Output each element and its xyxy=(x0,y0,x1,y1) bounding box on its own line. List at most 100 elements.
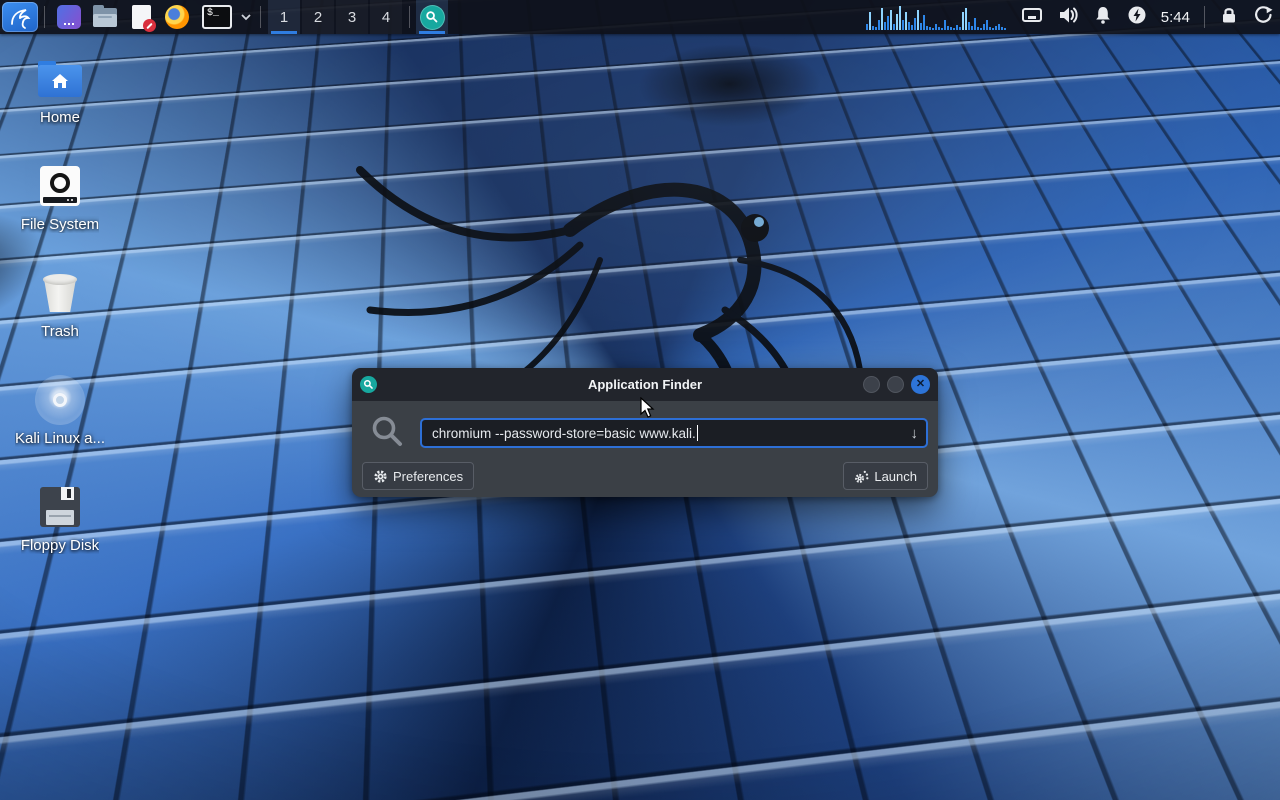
workspace-4-button[interactable]: 4 xyxy=(370,0,402,34)
cpu-graph-bar xyxy=(983,24,985,30)
cpu-graph-bar xyxy=(875,27,877,30)
cpu-graph-bar xyxy=(1001,27,1003,30)
cpu-graph-bar xyxy=(914,18,916,30)
lock-icon xyxy=(1219,5,1239,25)
application-finder-window: Application Finder ✕ chromium --password… xyxy=(352,368,938,497)
workspace-3-button[interactable]: 3 xyxy=(336,0,368,34)
launcher-terminal-emulator[interactable]: $_ xyxy=(200,4,234,30)
cpu-graph-bar xyxy=(890,10,892,30)
launcher-file-manager[interactable] xyxy=(92,4,118,30)
cpu-graph-bar xyxy=(968,22,970,30)
power-manager-indicator[interactable] xyxy=(1127,5,1147,30)
file-manager-icon xyxy=(93,8,117,27)
cpu-graph-bar xyxy=(986,20,988,30)
desktop-icon-home[interactable]: Home xyxy=(8,55,112,162)
cpu-graph-bar xyxy=(941,28,943,30)
cpu-graph-bar xyxy=(992,28,994,30)
cpu-graph-bar xyxy=(980,28,982,30)
applications-menu-button[interactable] xyxy=(2,2,38,32)
cpu-graph-bar xyxy=(935,24,937,30)
volume-indicator[interactable] xyxy=(1057,5,1079,30)
close-button[interactable]: ✕ xyxy=(911,375,930,394)
mouse-cursor xyxy=(637,397,657,419)
cpu-graph-bar xyxy=(971,26,973,30)
cpu-graph-bar xyxy=(959,27,961,30)
window-button-application-finder[interactable] xyxy=(416,0,448,34)
cpu-graph-bar xyxy=(950,27,952,30)
cpu-graph-bar xyxy=(956,25,958,30)
cpu-graph-bar xyxy=(869,12,871,30)
close-icon: ✕ xyxy=(916,379,925,390)
network-indicator[interactable] xyxy=(1021,5,1043,30)
cpu-graph[interactable] xyxy=(866,4,1007,30)
cpu-graph-bar xyxy=(1004,28,1006,30)
trash-bin-icon xyxy=(42,274,78,312)
workspace-1-button[interactable]: 1 xyxy=(268,0,300,34)
cpu-graph-bar xyxy=(905,12,907,30)
cpu-graph-bar xyxy=(896,14,898,30)
panel-separator xyxy=(1204,6,1205,28)
notifications-indicator[interactable] xyxy=(1093,5,1113,30)
cpu-graph-bar xyxy=(917,10,919,30)
launch-gear-icon xyxy=(854,469,869,484)
launcher-dropdown-button[interactable] xyxy=(240,8,252,26)
window-title: Application Finder xyxy=(352,377,938,392)
logout-button[interactable] xyxy=(1253,5,1274,30)
floppy-disk-icon xyxy=(40,487,80,527)
cpu-graph-bar xyxy=(938,27,940,30)
cpu-graph-bar xyxy=(911,25,913,30)
lock-screen-button[interactable] xyxy=(1219,5,1239,30)
terminal-app-icon xyxy=(57,5,81,29)
cpu-graph-bar xyxy=(872,26,874,30)
cpu-graph-bar xyxy=(989,27,991,30)
cpu-graph-bar xyxy=(893,24,895,30)
desktop-icon-kali-linux[interactable]: Kali Linux a... xyxy=(8,376,112,483)
cpu-graph-bar xyxy=(998,24,1000,30)
launcher-text-editor[interactable] xyxy=(128,4,154,30)
cpu-graph-bar xyxy=(878,20,880,30)
desktop-icon-label: Floppy Disk xyxy=(21,537,99,554)
desktop-icon-label: Trash xyxy=(41,323,79,340)
search-input[interactable]: chromium --password-store=basic www.kali… xyxy=(420,418,928,448)
cpu-graph-bar xyxy=(995,26,997,30)
cpu-graph-bar xyxy=(962,12,964,30)
cpu-graph-bar xyxy=(974,18,976,30)
terminal-prompt-icon: $_ xyxy=(202,5,232,29)
desktop-root: $_ 1 2 3 4 xyxy=(0,0,1280,800)
launcher-firefox[interactable] xyxy=(164,4,190,30)
launcher-terminal[interactable] xyxy=(56,4,82,30)
cpu-graph-bar xyxy=(920,23,922,30)
application-finder-icon xyxy=(420,5,445,30)
minimize-button[interactable] xyxy=(863,376,880,393)
cpu-graph-bar xyxy=(929,27,931,30)
cpu-graph-bar xyxy=(977,27,979,30)
cpu-graph-bar xyxy=(926,26,928,30)
disc-icon xyxy=(35,375,85,425)
home-folder-icon xyxy=(38,61,82,97)
bell-icon xyxy=(1093,5,1113,25)
top-panel: $_ 1 2 3 4 xyxy=(0,0,1280,34)
cpu-graph-bar xyxy=(902,20,904,30)
cpu-graph-bar xyxy=(965,8,967,30)
launch-button[interactable]: Launch xyxy=(843,462,928,490)
search-query-text: chromium --password-store=basic www.kali… xyxy=(432,426,696,441)
kali-logo-icon xyxy=(7,4,33,30)
maximize-button[interactable] xyxy=(887,376,904,393)
desktop-icon-label: Home xyxy=(40,109,80,126)
pencil-icon xyxy=(146,22,152,28)
preferences-button[interactable]: Preferences xyxy=(362,462,474,490)
desktop-icon-floppy-disk[interactable]: Floppy Disk xyxy=(8,483,112,590)
cpu-graph-bar xyxy=(908,22,910,30)
panel-separator xyxy=(44,6,45,28)
workspace-2-button[interactable]: 2 xyxy=(302,0,334,34)
panel-left: $_ 1 2 3 4 xyxy=(0,0,448,34)
desktop-icon-trash[interactable]: Trash xyxy=(8,269,112,376)
cpu-graph-bar xyxy=(944,20,946,30)
desktop-icon-label: Kali Linux a... xyxy=(15,430,105,447)
clock[interactable]: 5:44 xyxy=(1161,9,1190,26)
desktop-icon-file-system[interactable]: File System xyxy=(8,162,112,269)
dropdown-arrow-icon[interactable]: ↓ xyxy=(911,420,919,446)
firefox-icon xyxy=(165,5,189,29)
power-bolt-icon xyxy=(1127,5,1147,25)
network-icon xyxy=(1021,5,1043,25)
